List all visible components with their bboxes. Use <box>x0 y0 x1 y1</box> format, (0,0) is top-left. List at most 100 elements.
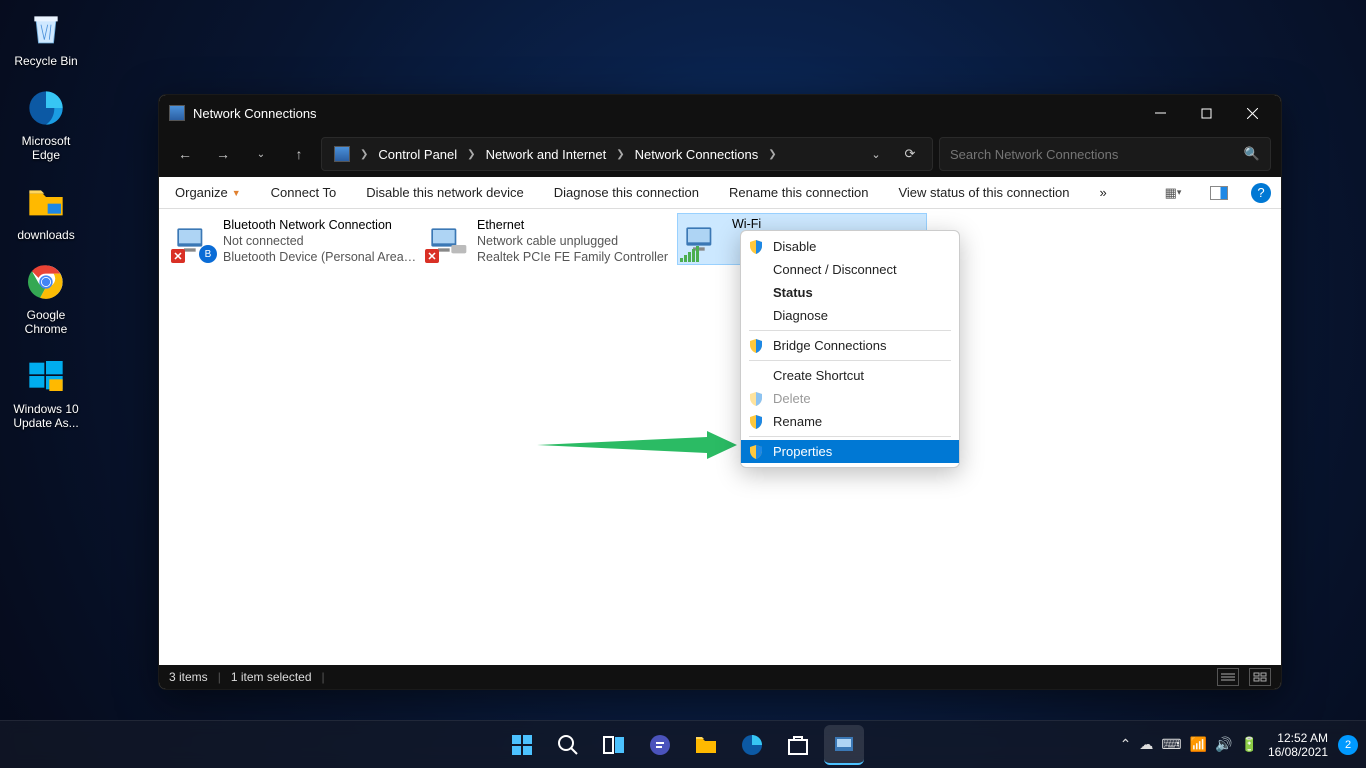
desktop-icon-downloads[interactable]: downloads <box>6 180 86 242</box>
more-commands-button[interactable]: » <box>1094 181 1113 204</box>
minimize-button[interactable] <box>1137 95 1183 131</box>
chevron-right-icon[interactable]: ❯ <box>358 149 370 160</box>
titlebar[interactable]: Network Connections <box>159 95 1281 131</box>
history-dropdown-button[interactable]: ⌄ <box>245 138 277 170</box>
icons-view-button[interactable] <box>1249 668 1271 686</box>
breadcrumb-control-panel[interactable]: Control Panel <box>372 143 463 166</box>
annotation-arrow <box>537 431 737 459</box>
notifications-button[interactable]: 2 <box>1338 735 1358 755</box>
search-button[interactable] <box>548 725 588 765</box>
battery-tray-icon[interactable]: 🔋 <box>1241 736 1258 753</box>
maximize-button[interactable] <box>1183 95 1229 131</box>
onedrive-tray-icon[interactable]: ☁ <box>1139 736 1153 753</box>
selected-count: 1 item selected <box>231 670 312 684</box>
desktop-icon-label: Recycle Bin <box>6 54 86 68</box>
bluetooth-connection-icon: ✕ B <box>171 217 217 263</box>
connection-item-ethernet[interactable]: ✕ Ethernet Network cable unplugged Realt… <box>423 215 673 267</box>
breadcrumb-network-internet[interactable]: Network and Internet <box>480 143 613 166</box>
chrome-icon <box>24 260 68 304</box>
shield-icon <box>749 339 763 353</box>
wifi-tray-icon[interactable]: 📶 <box>1190 736 1207 753</box>
breadcrumb-root-icon[interactable] <box>328 142 356 166</box>
edge-icon <box>24 86 68 130</box>
address-bar[interactable]: ❯ Control Panel ❯ Network and Internet ❯… <box>321 137 933 171</box>
ctx-create-shortcut[interactable]: Create Shortcut <box>741 364 959 387</box>
ctx-separator <box>749 330 951 331</box>
chevron-right-icon[interactable]: ❯ <box>766 149 778 160</box>
ctx-properties[interactable]: Properties <box>741 440 959 463</box>
desktop: Recycle Bin Microsoft Edge downloads Goo… <box>6 6 86 448</box>
desktop-icon-label: Windows 10 Update As... <box>6 402 86 430</box>
store-button[interactable] <box>778 725 818 765</box>
time-label: 12:52 AM <box>1268 731 1328 745</box>
edge-taskbar-button[interactable] <box>732 725 772 765</box>
breadcrumb-network-connections[interactable]: Network Connections <box>629 143 765 166</box>
connections-pane[interactable]: ✕ B Bluetooth Network Connection Not con… <box>159 209 1281 665</box>
diagnose-connection-button[interactable]: Diagnose this connection <box>548 181 705 204</box>
navigation-bar: ← → ⌄ ↑ ❯ Control Panel ❯ Network and In… <box>159 131 1281 177</box>
status-bar: 3 items | 1 item selected | <box>159 665 1281 689</box>
network-connections-window: Network Connections ← → ⌄ ↑ ❯ Control Pa… <box>158 94 1282 690</box>
back-button[interactable]: ← <box>169 138 201 170</box>
chat-button[interactable] <box>640 725 680 765</box>
desktop-icon-win10-update[interactable]: Windows 10 Update As... <box>6 354 86 430</box>
recycle-bin-icon <box>24 6 68 50</box>
keyboard-tray-icon[interactable]: ⌨ <box>1161 736 1181 753</box>
connection-device: Realtek PCIe FE Family Controller <box>477 249 671 265</box>
ctx-diagnose[interactable]: Diagnose <box>741 304 959 327</box>
connect-to-button[interactable]: Connect To <box>265 181 343 204</box>
desktop-icon-chrome[interactable]: Google Chrome <box>6 260 86 336</box>
help-button[interactable]: ? <box>1251 183 1271 203</box>
tray-overflow-button[interactable]: ⌃ <box>1120 736 1132 753</box>
system-tray: ⌃ ☁ ⌨ 📶 🔊 🔋 12:52 AM 16/08/2021 2 <box>1120 731 1358 759</box>
connection-item-bluetooth[interactable]: ✕ B Bluetooth Network Connection Not con… <box>169 215 419 267</box>
folder-icon <box>24 180 68 224</box>
close-button[interactable] <box>1229 95 1275 131</box>
search-box[interactable]: 🔍 <box>939 137 1271 171</box>
up-button[interactable]: ↑ <box>283 138 315 170</box>
taskbar[interactable]: ⌃ ☁ ⌨ 📶 🔊 🔋 12:52 AM 16/08/2021 2 <box>0 720 1366 768</box>
volume-tray-icon[interactable]: 🔊 <box>1215 736 1232 753</box>
address-dropdown-button[interactable]: ⌄ <box>860 148 892 161</box>
desktop-icon-recycle-bin[interactable]: Recycle Bin <box>6 6 86 68</box>
taskbar-clock[interactable]: 12:52 AM 16/08/2021 <box>1268 731 1328 759</box>
ctx-bridge[interactable]: Bridge Connections <box>741 334 959 357</box>
shield-icon <box>749 415 763 429</box>
control-panel-taskbar-button[interactable] <box>824 725 864 765</box>
forward-button[interactable]: → <box>207 138 239 170</box>
ctx-connect-disconnect[interactable]: Connect / Disconnect <box>741 258 959 281</box>
connection-device: Bluetooth Device (Personal Area ... <box>223 249 417 265</box>
refresh-button[interactable]: ⟳ <box>894 146 926 162</box>
preview-pane-button[interactable] <box>1205 181 1233 205</box>
chevron-right-icon[interactable]: ❯ <box>614 149 626 160</box>
ctx-disable[interactable]: Disable <box>741 235 959 258</box>
file-explorer-button[interactable] <box>686 725 726 765</box>
ctx-separator <box>749 360 951 361</box>
bluetooth-overlay-icon: B <box>199 245 217 263</box>
start-button[interactable] <box>502 725 542 765</box>
shield-icon <box>749 240 763 254</box>
view-status-button[interactable]: View status of this connection <box>892 181 1075 204</box>
taskbar-center <box>502 725 864 765</box>
view-options-button[interactable]: ▦ ▾ <box>1159 181 1187 205</box>
organize-menu[interactable]: Organize▼ <box>169 181 247 204</box>
connection-status: Not connected <box>223 233 417 249</box>
ctx-status[interactable]: Status <box>741 281 959 304</box>
desktop-icon-label: downloads <box>6 228 86 242</box>
desktop-icon-edge[interactable]: Microsoft Edge <box>6 86 86 162</box>
rename-connection-button[interactable]: Rename this connection <box>723 181 874 204</box>
shield-icon <box>749 445 763 459</box>
desktop-icon-label: Microsoft Edge <box>6 134 86 162</box>
details-view-button[interactable] <box>1217 668 1239 686</box>
connection-name: Bluetooth Network Connection <box>223 217 417 233</box>
shield-icon <box>749 392 763 406</box>
window-title: Network Connections <box>193 106 1137 121</box>
ctx-rename[interactable]: Rename <box>741 410 959 433</box>
search-input[interactable] <box>950 147 1244 162</box>
disable-device-button[interactable]: Disable this network device <box>360 181 530 204</box>
task-view-button[interactable] <box>594 725 634 765</box>
ethernet-connection-icon: ✕ <box>425 217 471 263</box>
context-menu: Disable Connect / Disconnect Status Diag… <box>740 230 960 468</box>
window-icon <box>169 105 185 121</box>
chevron-right-icon[interactable]: ❯ <box>465 149 477 160</box>
